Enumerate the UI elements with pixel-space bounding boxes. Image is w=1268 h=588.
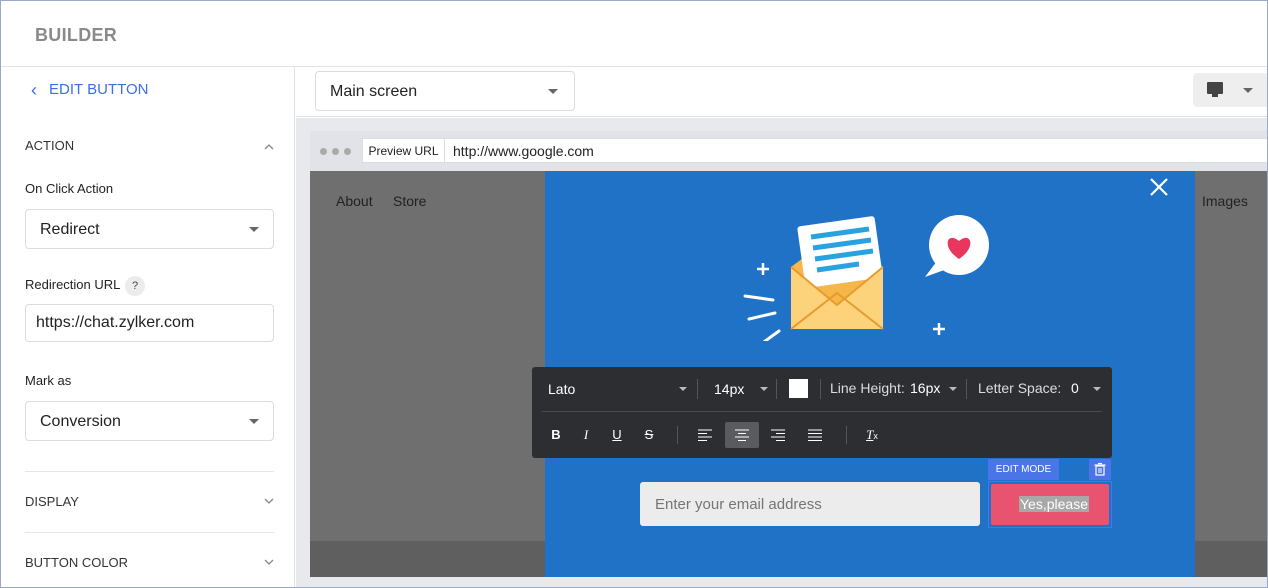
app-title: BUILDER: [35, 25, 118, 45]
align-justify-icon: [808, 429, 822, 441]
separator: [846, 426, 847, 444]
caret-down-icon[interactable]: [679, 387, 687, 391]
on-click-action-label: On Click Action: [25, 181, 114, 196]
align-right-icon: [771, 429, 785, 441]
divider: [25, 532, 274, 533]
strikethrough-button[interactable]: S: [632, 422, 666, 448]
bold-button[interactable]: B: [539, 422, 573, 448]
device-select[interactable]: [1193, 73, 1267, 107]
mark-as-value: Conversion: [40, 413, 121, 430]
redirection-url-label: Redirection URL: [25, 277, 121, 292]
align-justify-button[interactable]: [798, 422, 832, 448]
align-center-button[interactable]: [725, 422, 759, 448]
cta-label[interactable]: Yes,please: [1019, 496, 1089, 512]
redirection-url-input[interactable]: [25, 304, 274, 342]
caret-down-icon[interactable]: [760, 387, 768, 391]
screen-select-value: Main screen: [330, 83, 418, 100]
edit-mode-badge: EDIT MODE: [988, 459, 1059, 480]
mark-as-label: Mark as: [25, 373, 72, 388]
on-click-action-select[interactable]: Redirect: [25, 209, 274, 249]
envelope-heart-illustration: [743, 215, 989, 341]
site-link-about[interactable]: About: [336, 193, 373, 209]
on-click-action-value: Redirect: [40, 221, 100, 238]
site-link-store[interactable]: Store: [393, 193, 426, 209]
chevron-down-icon[interactable]: [263, 495, 275, 507]
back-button[interactable]: ‹ EDIT BUTTON: [31, 79, 149, 100]
align-center-icon: [735, 429, 749, 441]
letter-space-label: Letter Space:: [978, 380, 1062, 396]
site-link-images[interactable]: Images: [1202, 193, 1248, 209]
underline-button[interactable]: U: [600, 422, 634, 448]
window-dot-icon: [344, 148, 351, 155]
caret-down-icon[interactable]: [949, 387, 957, 391]
divider: [25, 471, 274, 472]
separator: [820, 379, 821, 399]
preview-url-field[interactable]: http://www.google.com: [444, 138, 1267, 163]
close-icon[interactable]: [1147, 175, 1171, 199]
cta-selection-frame: Yes,please: [988, 481, 1112, 528]
preview-url-tag: Preview URL: [362, 138, 444, 163]
caret-down-icon[interactable]: [1093, 387, 1101, 391]
email-input[interactable]: [640, 482, 980, 526]
trash-icon[interactable]: [1089, 459, 1111, 480]
caret-down-icon: [249, 227, 259, 232]
mark-as-select[interactable]: Conversion: [25, 401, 274, 441]
app-header: BUILDER: [1, 1, 1267, 67]
letter-space-value[interactable]: 0: [1071, 380, 1079, 396]
align-left-button[interactable]: [688, 422, 722, 448]
desktop-monitor-icon: [1207, 82, 1223, 97]
button-color-section-title[interactable]: BUTTON COLOR: [25, 555, 128, 570]
separator: [966, 379, 967, 399]
back-label: EDIT BUTTON: [49, 81, 149, 98]
sidebar: ‹ EDIT BUTTON ACTION On Click Action Red…: [1, 67, 295, 587]
canvas-toolbar: Main screen: [296, 67, 1267, 117]
text-format-toolbar: Lato 14px Line Height: 16px Letter Space…: [532, 367, 1112, 458]
preview-canvas: Preview URL http://www.google.com About …: [296, 118, 1267, 587]
cta-button[interactable]: Yes,please: [991, 484, 1109, 525]
separator: [697, 379, 698, 399]
align-right-button[interactable]: [761, 422, 795, 448]
align-left-icon: [698, 429, 712, 441]
line-height-value[interactable]: 16px: [910, 380, 940, 396]
window-dot-icon: [332, 148, 339, 155]
builder-window: BUILDER ‹ EDIT BUTTON ACTION On Click Ac…: [0, 0, 1268, 588]
url-bar: Preview URL http://www.google.com: [310, 131, 1267, 171]
window-dot-icon: [320, 148, 327, 155]
line-height-label: Line Height:: [830, 380, 905, 396]
text-color-swatch[interactable]: [789, 379, 808, 398]
italic-button[interactable]: I: [569, 422, 603, 448]
action-section-title[interactable]: ACTION: [25, 138, 74, 153]
caret-down-icon: [548, 89, 558, 94]
clear-format-button[interactable]: Tx: [855, 422, 889, 448]
chevron-left-icon: ‹: [31, 79, 37, 100]
font-size-value[interactable]: 14px: [714, 381, 744, 397]
chevron-down-icon[interactable]: [263, 556, 275, 568]
browser-preview: Preview URL http://www.google.com About …: [310, 131, 1267, 577]
help-icon[interactable]: ?: [125, 276, 145, 296]
caret-down-icon: [1243, 88, 1253, 93]
caret-down-icon: [249, 419, 259, 424]
font-family-value[interactable]: Lato: [548, 381, 575, 397]
separator: [776, 379, 777, 399]
screen-select[interactable]: Main screen: [315, 71, 575, 111]
separator: [677, 426, 678, 444]
chevron-up-icon[interactable]: [263, 141, 275, 153]
display-section-title[interactable]: DISPLAY: [25, 494, 79, 509]
separator: [542, 411, 1102, 412]
